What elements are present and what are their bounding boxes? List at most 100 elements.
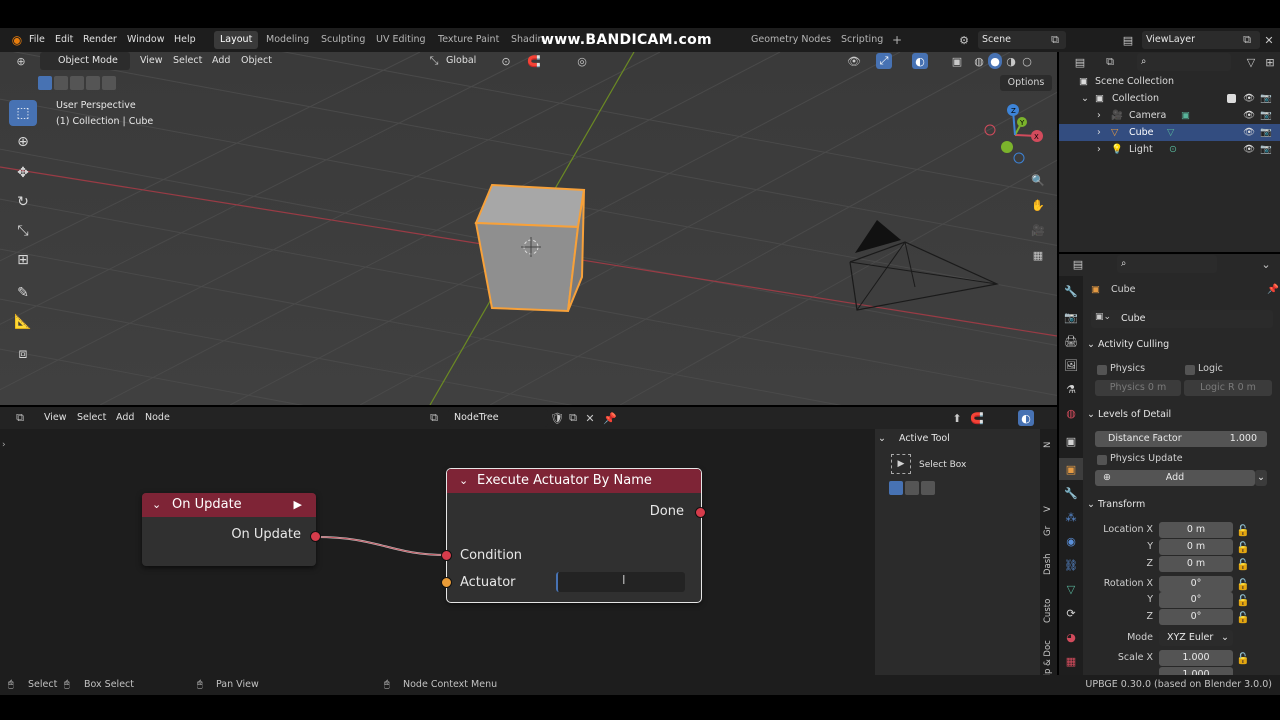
tool-annotate[interactable]: ✎ [9,280,37,306]
physics-radius-field[interactable]: Physics 0 m [1095,380,1181,396]
select-extend-icon[interactable] [54,76,68,90]
rotation-mode-dropdown[interactable]: XYZ Euler ⌄ [1159,630,1233,646]
ortho-grid-icon[interactable]: ▦ [1028,245,1048,265]
lock-location-z-icon[interactable]: 🔓 [1236,556,1250,572]
editor-type-icon[interactable]: ⊕ [10,53,32,69]
scale-x-field[interactable]: 1.000 [1159,650,1233,666]
render-camera-icon[interactable]: 📷 [1260,90,1272,107]
object-datablock-icon[interactable]: ▣⌄ [1095,312,1111,322]
tab-dash[interactable]: Dash [1040,549,1057,579]
world-tab-icon[interactable]: ◍ [1059,402,1083,424]
workspace-tab-scripting[interactable]: Scripting [835,31,889,49]
eye-icon[interactable]: 👁 [1243,141,1255,158]
viewport-menu-view[interactable]: View [140,52,163,70]
camera-object[interactable] [845,217,1005,317]
workspace-tab-sculpting[interactable]: Sculpting [315,31,371,49]
select-box-tool-icon[interactable]: ▶ [891,454,911,474]
actuator-text-field[interactable] [556,572,685,592]
properties-options-icon[interactable]: ⌄ [1259,256,1273,272]
view-layer-new-icon[interactable]: ⧉ [1240,32,1254,48]
outliner-search[interactable]: ⌕ [1137,53,1231,71]
expand-arrow-icon[interactable]: › [1097,124,1101,141]
viewport-menu-object[interactable]: Object [241,52,272,70]
tab-group[interactable]: Gr [1040,521,1057,541]
tab-view[interactable]: V [1040,501,1057,517]
lock-scale-x-icon[interactable]: 🔓 [1236,650,1250,666]
tool-move[interactable]: ✥ [9,160,37,186]
object-name-field[interactable]: Cube [1091,310,1273,328]
texture-tab-icon[interactable]: ▦ [1059,650,1083,672]
collection-tab-icon[interactable]: ▣ [1059,430,1083,452]
viewport-options-button[interactable]: Options [1000,75,1052,91]
tool-scale[interactable]: ⤡ [9,218,37,244]
properties-type-icon[interactable]: ▤ [1067,256,1089,272]
render-camera-icon[interactable]: 📷 [1260,141,1272,158]
view-layer-tab-icon[interactable]: 🖼 [1059,354,1083,376]
actuator-input-socket[interactable] [441,577,452,588]
outliner-collection[interactable]: ⌄ ▣ Collection 👁 📷 [1059,90,1280,107]
collection-checkbox-icon[interactable] [1227,94,1236,103]
tab-custom[interactable]: Custo [1040,594,1057,628]
navigation-gizmo[interactable]: X Y Z [980,100,1050,170]
activity-culling-header[interactable]: ⌄ Activity Culling [1087,335,1273,355]
workspace-tab-modeling[interactable]: Modeling [260,31,315,49]
properties-search[interactable]: ⌕ [1117,255,1217,273]
outliner-item-light[interactable]: › 💡 Light ⊙ 👁 📷 [1059,141,1280,158]
transform-orientation-dropdown[interactable]: Global [446,52,476,70]
snap-icon[interactable]: 🧲 [526,53,542,69]
add-lod-button[interactable]: ⊕ Add [1095,470,1255,486]
scene-new-icon[interactable]: ⧉ [1048,32,1062,48]
rotation-x-field[interactable]: 0° [1159,576,1233,592]
tool-add-cube[interactable]: ⧈ [9,341,37,367]
new-collection-icon[interactable]: ⊞ [1263,54,1277,70]
scene-icon[interactable]: ⚙ [954,32,974,48]
tool-cursor[interactable]: ⊕ [9,129,37,155]
workspace-tab-geometry-nodes[interactable]: Geometry Nodes [745,31,837,49]
collapse-chevron-icon[interactable]: ⌄ [459,469,468,493]
material-tab-icon[interactable]: ◕ [1059,626,1083,648]
viewport-menu-add[interactable]: Add [212,52,230,70]
menu-file[interactable]: File [29,28,45,52]
outliner-item-cube[interactable]: › ▽ Cube ▽ 👁 📷 [1059,124,1280,141]
menu-window[interactable]: Window [127,28,164,52]
object-mode-dropdown[interactable]: Object Mode [40,52,130,70]
eye-icon[interactable]: 👁 [1243,107,1255,124]
pan-hand-icon[interactable]: ✋ [1028,195,1048,215]
outliner-scene-collection[interactable]: ▣ Scene Collection [1059,73,1280,90]
camera-view-icon[interactable]: 🎥 [1028,220,1048,240]
select-subtract-icon[interactable] [70,76,84,90]
tab-node[interactable]: N [1040,437,1057,453]
physics-tab-icon[interactable]: ◉ [1059,530,1083,552]
collapse-chevron-icon[interactable]: ⌄ [152,493,161,517]
shading-material-icon[interactable]: ◑ [1004,53,1018,69]
view-layer-remove-icon[interactable]: ✕ [1262,32,1276,48]
physics-checkbox[interactable] [1097,365,1107,375]
tool-measure[interactable]: 📐 [9,309,37,335]
constraints-tab-icon[interactable]: ⛓ [1059,554,1083,576]
blender-logo-icon[interactable]: ◉ [10,32,24,48]
overlay-toggle-icon[interactable]: ◐ [912,53,928,69]
tool-tab-icon[interactable]: 🔧 [1059,280,1083,302]
location-y-field[interactable]: 0 m [1159,539,1233,555]
expand-arrow-icon[interactable]: › [1097,141,1101,158]
add-workspace-button[interactable]: + [886,31,908,49]
menu-help[interactable]: Help [174,28,196,52]
particles-tab-icon[interactable]: ⁂ [1059,506,1083,528]
lod-dropdown[interactable]: ⌄ [1255,470,1267,486]
transform-header[interactable]: ⌄ Transform [1087,495,1273,515]
select-extend-icon[interactable] [905,481,919,495]
display-mode-icon[interactable]: ⧉ [1099,54,1121,70]
select-mode-buttons[interactable] [38,76,116,90]
tool-transform[interactable]: ⊞ [9,247,37,273]
distance-factor-field[interactable]: Distance Factor 1.000 [1095,431,1267,447]
shading-solid-icon[interactable]: ● [988,53,1002,69]
workspace-tab-uv-editing[interactable]: UV Editing [370,31,432,49]
xray-icon[interactable]: ▣ [950,53,964,69]
on-update-output-socket[interactable] [310,531,321,542]
shading-wireframe-icon[interactable]: ◍ [972,53,986,69]
expand-arrow-icon[interactable]: ⌄ [1081,90,1089,107]
object-tab-icon[interactable]: ▣ [1059,458,1083,480]
select-invert-icon[interactable] [86,76,100,90]
shading-rendered-icon[interactable]: ○ [1020,53,1034,69]
logic-checkbox[interactable] [1185,365,1195,375]
